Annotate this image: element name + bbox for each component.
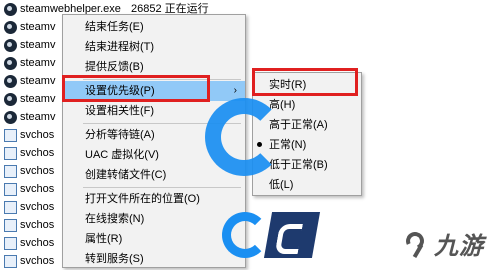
menu-item-go-to-services[interactable]: 转到服务(S) xyxy=(63,249,245,269)
priority-label: 低(L) xyxy=(269,179,294,191)
highlight-box-realtime xyxy=(252,68,358,96)
process-name: steamv xyxy=(20,57,56,69)
brand-watermark: 九游 xyxy=(404,226,484,261)
menu-item-label: UAC 虚拟化(V) xyxy=(85,149,159,161)
menu-item-open-file-location[interactable]: 打开文件所在的位置(O) xyxy=(63,189,245,209)
menu-item-label: 结束进程树(T) xyxy=(85,41,155,53)
process-name: svchos xyxy=(20,183,55,195)
process-name: svchos xyxy=(20,219,55,231)
service-icon xyxy=(4,218,17,232)
process-name: svchos xyxy=(20,201,55,213)
process-name: steamv xyxy=(20,75,56,87)
menu-item-label: 提供反馈(B) xyxy=(85,61,144,73)
menu-item-label: 创建转储文件(C) xyxy=(85,169,167,181)
watermark-logo-icon xyxy=(205,98,283,176)
priority-low[interactable]: 低(L) xyxy=(253,175,361,195)
process-name: svchos xyxy=(20,129,55,141)
service-icon xyxy=(4,128,17,142)
service-icon xyxy=(4,182,17,196)
menu-item-search-online[interactable]: 在线搜索(N) xyxy=(63,209,245,229)
menu-item-provide-feedback[interactable]: 提供反馈(B) xyxy=(63,57,245,77)
menu-item-label: 属性(R) xyxy=(85,233,123,245)
service-icon xyxy=(4,236,17,250)
process-name: steamv xyxy=(20,39,56,51)
menu-item-label: 设置相关性(F) xyxy=(85,105,155,117)
service-icon xyxy=(4,146,17,160)
menu-item-label: 打开文件所在的位置(O) xyxy=(85,193,200,205)
menu-item-label: 结束任务(E) xyxy=(85,21,144,33)
service-icon xyxy=(4,254,17,268)
process-list: steamwebhelper.exe 26852 正在运行 steamv ste… xyxy=(0,0,209,270)
steam-icon xyxy=(4,2,17,16)
brand-logo-icon xyxy=(404,230,430,258)
process-name: svchos xyxy=(20,237,55,249)
steam-icon xyxy=(4,38,17,52)
highlight-box-set-priority xyxy=(62,75,210,102)
menu-item-label: 转到服务(S) xyxy=(85,253,144,265)
service-icon xyxy=(4,164,17,178)
menu-item-label: 在线搜索(N) xyxy=(85,213,145,225)
menu-item-properties[interactable]: 属性(R) xyxy=(63,229,245,249)
steam-icon xyxy=(4,20,17,34)
service-icon xyxy=(4,200,17,214)
process-name: svchos xyxy=(20,147,55,159)
menu-item-create-dump[interactable]: 创建转储文件(C) xyxy=(63,165,245,185)
watermark-block-icon xyxy=(263,212,321,258)
steam-icon xyxy=(4,92,17,106)
menu-item-end-task[interactable]: 结束任务(E) xyxy=(63,17,245,37)
watermark-logo-small-icon xyxy=(222,212,268,258)
process-name: steamv xyxy=(20,111,56,123)
steam-icon xyxy=(4,74,17,88)
menu-separator xyxy=(83,187,241,188)
steam-icon xyxy=(4,56,17,70)
process-name: steamv xyxy=(20,93,56,105)
process-name: svchos xyxy=(20,165,55,177)
steam-icon xyxy=(4,110,17,124)
priority-label: 低于正常(B) xyxy=(269,159,328,171)
process-name: steamv xyxy=(20,21,56,33)
brand-text: 九游 xyxy=(434,232,484,260)
menu-item-end-process-tree[interactable]: 结束进程树(T) xyxy=(63,37,245,57)
menu-item-label: 分析等待链(A) xyxy=(85,129,155,141)
process-name: svchos xyxy=(20,255,55,267)
